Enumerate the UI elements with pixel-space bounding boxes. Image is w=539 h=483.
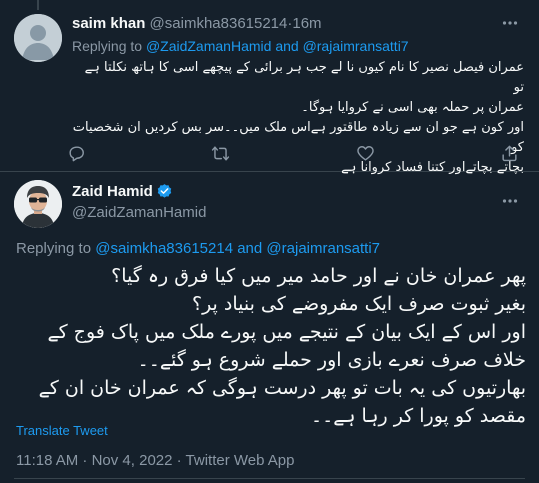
- more-options-button[interactable]: [495, 8, 525, 38]
- text-line: عمران فیصل نصیر کا نام کیوں نا لے جب ہر …: [84, 60, 524, 95]
- avatar[interactable]: [14, 180, 62, 228]
- text-line: عمران پر حملہ بھی اسی نے کروایا ہوگا۔: [301, 100, 524, 115]
- mention-link[interactable]: @rajaimransatti7: [266, 240, 380, 257]
- share-icon: [502, 145, 518, 161]
- replying-to: Replying to @ZaidZamanHamid and @rajaimr…: [72, 38, 409, 54]
- author-name[interactable]: saim khan: [72, 15, 145, 32]
- default-avatar-icon: [14, 14, 62, 62]
- tweet-time[interactable]: 16m: [292, 15, 321, 32]
- text-line: اور اس کے ایک بیان کے نتیجے میں پورے ملک…: [47, 321, 526, 343]
- replying-prefix: Replying to: [72, 38, 143, 54]
- avatar[interactable]: [14, 14, 62, 62]
- share-button[interactable]: [492, 138, 528, 168]
- more-options-button[interactable]: [495, 186, 525, 216]
- thread-connector-line: [37, 0, 39, 10]
- profile-photo-icon: [14, 180, 62, 228]
- like-icon: [357, 145, 374, 161]
- like-button[interactable]: [347, 138, 383, 168]
- reply-icon: [68, 145, 84, 161]
- text-line: خلاف صرف نعرے بازی اور حملے شروع ہو گئے۔…: [137, 349, 526, 371]
- mention-link[interactable]: @rajaimransatti7: [303, 38, 409, 54]
- text-line: بغیر ثبوت صرف ایک مفروضے کی بنیاد پر؟: [191, 293, 526, 315]
- more-dots-icon: [502, 21, 518, 25]
- reply-button[interactable]: [58, 138, 94, 168]
- replying-prefix: Replying to: [16, 240, 92, 257]
- main-tweet-text: پھر عمران خان نے اور حامد میر میں کیا فر…: [14, 262, 526, 430]
- verified-badge-icon[interactable]: [156, 183, 173, 200]
- tweet-thread: saim khan @saimkha83615214·16m Replying …: [0, 0, 539, 483]
- action-bar: [58, 138, 528, 168]
- divider: [14, 478, 525, 479]
- retweet-icon: [212, 145, 230, 161]
- mention-link[interactable]: @saimkha83615214: [95, 240, 233, 257]
- tweet-timestamp[interactable]: 11:18 AM · Nov 4, 2022 · Twitter Web App: [16, 452, 294, 469]
- reply-tweet[interactable]: saim khan @saimkha83615214·16m Replying …: [0, 0, 539, 175]
- text-line: بھارتیوں کی یہ بات تو پھر درست ہوگی کہ ع…: [38, 377, 526, 399]
- retweet-button[interactable]: [203, 138, 239, 168]
- replying-and: and: [237, 240, 263, 257]
- translate-tweet-link[interactable]: Translate Tweet: [16, 423, 108, 438]
- author-name-text: Zaid Hamid: [72, 183, 153, 200]
- mention-link[interactable]: @ZaidZamanHamid: [146, 38, 271, 54]
- author-handle[interactable]: @saimkha83615214: [150, 15, 288, 32]
- author-handle[interactable]: @ZaidZamanHamid: [72, 204, 206, 221]
- reply-header: saim khan @saimkha83615214·16m: [72, 15, 322, 32]
- replying-to: Replying to @saimkha83615214 and @rajaim…: [16, 240, 380, 257]
- more-dots-icon: [502, 199, 518, 203]
- text-line: پھر عمران خان نے اور حامد میر میں کیا فر…: [111, 265, 526, 287]
- replying-and: and: [275, 38, 299, 54]
- author-name[interactable]: Zaid Hamid: [72, 183, 173, 200]
